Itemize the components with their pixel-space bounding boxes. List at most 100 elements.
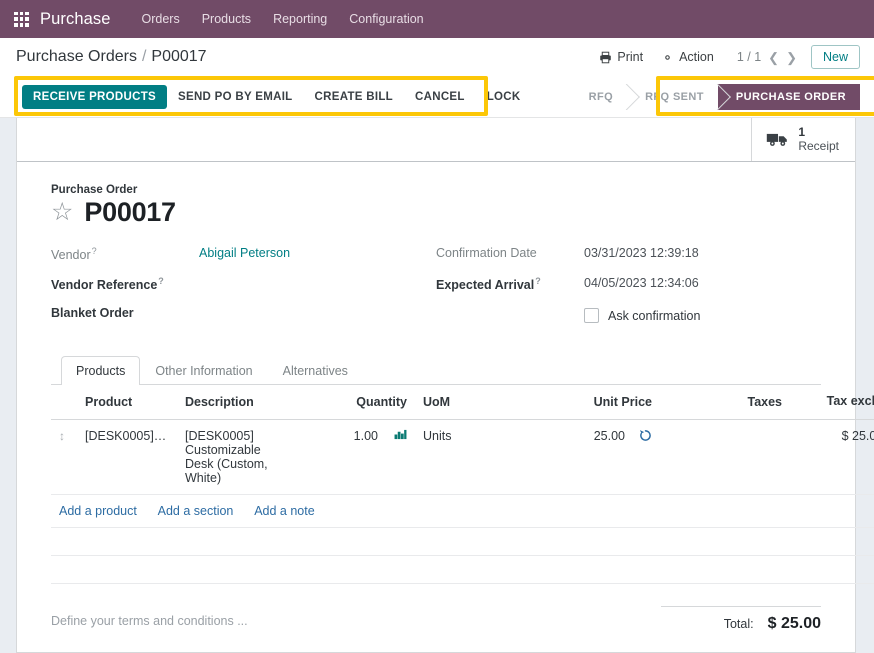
form-column-right: Confirmation Date 03/31/2023 12:39:18 Ex… — [436, 244, 821, 334]
receive-products-button[interactable]: RECEIVE PRODUCTS — [22, 84, 168, 109]
pager-next-icon[interactable]: ❯ — [786, 51, 797, 64]
field-expected-arrival-label: Expected Arrival? — [436, 276, 541, 293]
ask-confirmation-label: Ask confirmation — [608, 308, 701, 323]
col-uom[interactable]: UoM — [415, 385, 530, 420]
col-description[interactable]: Description — [177, 385, 295, 420]
cell-quantity[interactable]: 1.00 — [295, 419, 415, 495]
col-tax-excl-label: Tax excl. — [826, 394, 874, 408]
add-a-product-link[interactable]: Add a product — [59, 504, 137, 518]
new-button[interactable]: New — [810, 45, 860, 69]
record-title-row: ☆ P00017 — [51, 197, 821, 228]
field-confirmation-date-value[interactable]: 03/31/2023 12:39:18 — [584, 244, 699, 260]
field-vendor-reference: Vendor Reference? — [51, 274, 436, 302]
add-a-note-link[interactable]: Add a note — [254, 504, 314, 518]
nav-menu-orders[interactable]: Orders — [142, 12, 180, 26]
tab-alternatives[interactable]: Alternatives — [268, 356, 363, 385]
action-button[interactable]: Action — [652, 47, 723, 67]
order-lines-table: Product Description Quantity UoM Unit Pr… — [51, 385, 874, 584]
cell-uom[interactable]: Units — [415, 419, 530, 495]
row-drag-cell: ↕ — [51, 419, 77, 495]
vendor-help-icon[interactable]: ? — [92, 246, 97, 256]
nav-menu-products[interactable]: Products — [202, 12, 251, 26]
app-brand-purchase[interactable]: Purchase — [40, 10, 111, 29]
ask-confirmation-checkbox[interactable] — [584, 308, 599, 323]
col-tax-excl[interactable]: Tax excl. — [790, 385, 874, 420]
field-blanket-order-label: Blanket Order — [51, 306, 134, 320]
total-value: $ 25.00 — [767, 615, 821, 632]
breadcrumb-current-record: P00017 — [151, 48, 207, 65]
drag-handle-icon[interactable]: ↕ — [59, 429, 65, 443]
status-stage-purchase-order[interactable]: PURCHASE ORDER — [717, 83, 860, 110]
statusbar-strip: RECEIVE PRODUCTS SEND PO BY EMAIL CREATE… — [0, 76, 874, 118]
field-blanket-order: Blanket Order — [51, 304, 436, 332]
breadcrumb: Purchase Orders / P00017 — [16, 48, 207, 66]
add-links-cell: Add a product Add a section Add a note — [51, 494, 874, 528]
page-title: P00017 — [84, 197, 176, 227]
forecast-chart-icon[interactable] — [394, 429, 407, 443]
field-vendor-value[interactable]: Abigail Peterson — [199, 244, 290, 260]
breadcrumb-separator: / — [141, 48, 147, 65]
cell-taxes[interactable] — [660, 419, 790, 495]
field-vendor-label: Vendor? — [51, 246, 97, 263]
sheet-background: 1 Receipt Purchase Order ☆ P00017 Vendor… — [0, 118, 874, 653]
col-product[interactable]: Product — [77, 385, 177, 420]
sheet-footer: Define your terms and conditions ... Tot… — [17, 584, 855, 633]
receipt-count: 1 — [798, 124, 805, 139]
lock-button[interactable]: LOCK — [476, 85, 532, 109]
form-sheet: 1 Receipt Purchase Order ☆ P00017 Vendor… — [16, 118, 874, 653]
vendor-reference-help-icon[interactable]: ? — [158, 276, 164, 286]
field-expected-arrival: Expected Arrival? 04/05/2023 12:34:06 — [436, 274, 821, 302]
breadcrumb-purchase-orders[interactable]: Purchase Orders — [16, 48, 137, 66]
pager-previous-icon[interactable]: ❮ — [768, 51, 779, 64]
star-outline-icon[interactable]: ☆ — [51, 200, 73, 225]
field-confirmation-date-label: Confirmation Date — [436, 246, 537, 260]
nav-menu-configuration[interactable]: Configuration — [349, 12, 423, 26]
field-vendor-reference-label: Vendor Reference? — [51, 276, 164, 293]
totals-block: Total: $ 25.00 — [661, 606, 821, 633]
col-quantity[interactable]: Quantity — [295, 385, 415, 420]
form-title-label: Purchase Order — [51, 184, 138, 196]
cell-description[interactable]: [DESK0005] Customizable Desk (Custom, Wh… — [177, 419, 295, 495]
terms-and-conditions-input[interactable]: Define your terms and conditions ... — [51, 606, 661, 628]
table-row[interactable]: ↕ [DESK0005] C... [DESK0005] Customizabl… — [51, 419, 874, 495]
create-bill-button[interactable]: CREATE BILL — [304, 85, 404, 109]
receipt-label: Receipt — [798, 138, 839, 153]
top-navbar: Purchase Orders Products Reporting Confi… — [0, 0, 874, 38]
expected-arrival-help-icon[interactable]: ? — [535, 276, 541, 286]
pager: 1 / 1 ❮ ❯ — [737, 50, 797, 64]
pager-value: 1 / 1 — [736, 50, 762, 64]
field-ask-confirmation: Ask confirmation — [436, 304, 821, 332]
tab-products[interactable]: Products — [61, 356, 141, 385]
col-unit-price[interactable]: Unit Price — [530, 385, 660, 420]
print-button[interactable]: Print — [590, 47, 652, 67]
total-label: Total: — [723, 617, 754, 631]
field-expected-arrival-value[interactable]: 04/05/2023 12:34:06 — [584, 274, 699, 290]
field-vendor: Vendor? Abigail Peterson — [51, 244, 436, 272]
ask-confirmation-spacer — [436, 304, 584, 306]
cell-unit-price[interactable]: 25.00 — [530, 419, 660, 495]
notebook-tabs: Products Other Information Alternatives — [51, 356, 821, 385]
control-panel: Purchase Orders / P00017 Print Action 1 … — [0, 38, 874, 76]
cell-unit-price-value: 25.00 — [593, 429, 625, 443]
receipt-smart-button[interactable]: 1 Receipt — [751, 118, 855, 161]
add-a-section-link[interactable]: Add a section — [158, 504, 234, 518]
truck-icon — [767, 133, 788, 146]
tab-other-information[interactable]: Other Information — [140, 356, 267, 385]
send-po-by-email-button[interactable]: SEND PO BY EMAIL — [167, 85, 304, 109]
status-pipeline: RFQ RFQ SENT PURCHASE ORDER — [578, 83, 860, 110]
status-stage-rfq[interactable]: RFQ — [578, 83, 628, 110]
print-label: Print — [617, 50, 644, 64]
apps-grid-icon[interactable] — [14, 11, 29, 27]
cancel-button[interactable]: CANCEL — [404, 85, 476, 109]
add-links-row: Add a product Add a section Add a note — [51, 494, 874, 528]
col-taxes[interactable]: Taxes — [660, 385, 790, 420]
purchase-history-icon[interactable] — [639, 429, 652, 444]
cell-product-value: [DESK0005] C... — [85, 429, 169, 443]
status-stage-rfq-sent[interactable]: RFQ SENT — [627, 83, 718, 110]
total-line: Total: $ 25.00 — [661, 606, 821, 633]
cell-subtotal-value: $ 25.00 — [841, 429, 874, 443]
order-lines-header-row: Product Description Quantity UoM Unit Pr… — [51, 385, 874, 420]
cell-subtotal: $ 25.00 🗑 — [790, 419, 874, 495]
cell-product[interactable]: [DESK0005] C... — [77, 419, 177, 495]
nav-menu-reporting[interactable]: Reporting — [273, 12, 327, 26]
